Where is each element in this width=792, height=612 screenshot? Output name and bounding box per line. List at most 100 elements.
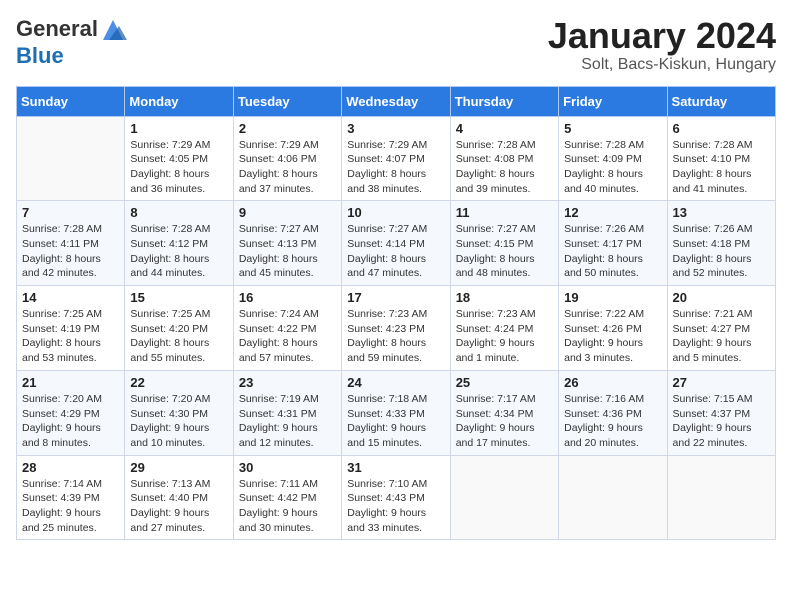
day-number: 6 <box>673 121 770 136</box>
title-area: January 2024 Solt, Bacs-Kiskun, Hungary <box>548 16 776 74</box>
calendar-cell: 16 Sunrise: 7:24 AM Sunset: 4:22 PM Dayli… <box>233 286 341 371</box>
calendar-cell: 12 Sunrise: 7:26 AM Sunset: 4:17 PM Dayli… <box>559 201 667 286</box>
calendar-cell: 30 Sunrise: 7:11 AM Sunset: 4:42 PM Dayli… <box>233 455 341 540</box>
calendar-cell: 5 Sunrise: 7:28 AM Sunset: 4:09 PM Daylig… <box>559 116 667 201</box>
day-info: Sunrise: 7:29 AM Sunset: 4:06 PM Dayligh… <box>239 138 336 197</box>
logo-blue: Blue <box>16 43 64 68</box>
calendar-week-2: 7 Sunrise: 7:28 AM Sunset: 4:11 PM Daylig… <box>17 201 776 286</box>
weekday-header-thursday: Thursday <box>450 86 558 116</box>
calendar-cell: 19Sunrise: 7:22 AM Sunset: 4:26 PM Dayli… <box>559 286 667 371</box>
weekday-header-sunday: Sunday <box>17 86 125 116</box>
day-info: Sunrise: 7:23 AM Sunset: 4:24 PM Dayligh… <box>456 307 553 366</box>
calendar-cell: 31Sunrise: 7:10 AM Sunset: 4:43 PM Dayli… <box>342 455 450 540</box>
page-header: General Blue January 2024 Solt, Bacs-Kis… <box>16 16 776 74</box>
weekday-header-tuesday: Tuesday <box>233 86 341 116</box>
calendar-cell: 26Sunrise: 7:16 AM Sunset: 4:36 PM Dayli… <box>559 370 667 455</box>
day-info: Sunrise: 7:28 AM Sunset: 4:11 PM Dayligh… <box>22 222 119 281</box>
day-info: Sunrise: 7:27 AM Sunset: 4:15 PM Dayligh… <box>456 222 553 281</box>
calendar-cell: 11 Sunrise: 7:27 AM Sunset: 4:15 PM Dayli… <box>450 201 558 286</box>
day-number: 9 <box>239 205 336 220</box>
calendar-cell: 28 Sunrise: 7:14 AM Sunset: 4:39 PM Dayli… <box>17 455 125 540</box>
calendar-cell: 15Sunrise: 7:25 AM Sunset: 4:20 PM Dayli… <box>125 286 233 371</box>
calendar-week-1: 1 Sunrise: 7:29 AM Sunset: 4:05 PM Daylig… <box>17 116 776 201</box>
day-info: Sunrise: 7:29 AM Sunset: 4:07 PM Dayligh… <box>347 138 444 197</box>
weekday-header-row: SundayMondayTuesdayWednesdayThursdayFrid… <box>17 86 776 116</box>
weekday-header-monday: Monday <box>125 86 233 116</box>
day-number: 14 <box>22 290 119 305</box>
day-info: Sunrise: 7:21 AM Sunset: 4:27 PM Dayligh… <box>673 307 770 366</box>
calendar-body: 1 Sunrise: 7:29 AM Sunset: 4:05 PM Daylig… <box>17 116 776 540</box>
calendar-cell: 14 Sunrise: 7:25 AM Sunset: 4:19 PM Dayli… <box>17 286 125 371</box>
calendar-cell <box>17 116 125 201</box>
day-number: 4 <box>456 121 553 136</box>
calendar-cell: 27 Sunrise: 7:15 AM Sunset: 4:37 PM Dayli… <box>667 370 775 455</box>
day-number: 27 <box>673 375 770 390</box>
calendar-cell: 22 Sunrise: 7:20 AM Sunset: 4:30 PM Dayli… <box>125 370 233 455</box>
calendar-week-3: 14 Sunrise: 7:25 AM Sunset: 4:19 PM Dayli… <box>17 286 776 371</box>
day-number: 30 <box>239 460 336 475</box>
day-number: 17 <box>347 290 444 305</box>
calendar-cell: 3 Sunrise: 7:29 AM Sunset: 4:07 PM Daylig… <box>342 116 450 201</box>
day-info: Sunrise: 7:17 AM Sunset: 4:34 PM Dayligh… <box>456 392 553 451</box>
calendar-cell: 7 Sunrise: 7:28 AM Sunset: 4:11 PM Daylig… <box>17 201 125 286</box>
day-info: Sunrise: 7:14 AM Sunset: 4:39 PM Dayligh… <box>22 477 119 536</box>
calendar-cell <box>559 455 667 540</box>
calendar-cell: 25Sunrise: 7:17 AM Sunset: 4:34 PM Dayli… <box>450 370 558 455</box>
day-info: Sunrise: 7:20 AM Sunset: 4:30 PM Dayligh… <box>130 392 227 451</box>
calendar-week-5: 28 Sunrise: 7:14 AM Sunset: 4:39 PM Dayli… <box>17 455 776 540</box>
day-number: 3 <box>347 121 444 136</box>
day-info: Sunrise: 7:10 AM Sunset: 4:43 PM Dayligh… <box>347 477 444 536</box>
day-number: 12 <box>564 205 661 220</box>
day-info: Sunrise: 7:28 AM Sunset: 4:08 PM Dayligh… <box>456 138 553 197</box>
calendar-cell: 24 Sunrise: 7:18 AM Sunset: 4:33 PM Dayli… <box>342 370 450 455</box>
day-number: 16 <box>239 290 336 305</box>
calendar-cell: 10Sunrise: 7:27 AM Sunset: 4:14 PM Dayli… <box>342 201 450 286</box>
day-number: 18 <box>456 290 553 305</box>
calendar-cell: 1 Sunrise: 7:29 AM Sunset: 4:05 PM Daylig… <box>125 116 233 201</box>
logo-general: General <box>16 16 98 41</box>
day-number: 11 <box>456 205 553 220</box>
day-info: Sunrise: 7:28 AM Sunset: 4:09 PM Dayligh… <box>564 138 661 197</box>
day-number: 13 <box>673 205 770 220</box>
calendar-cell: 8Sunrise: 7:28 AM Sunset: 4:12 PM Daylig… <box>125 201 233 286</box>
day-info: Sunrise: 7:18 AM Sunset: 4:33 PM Dayligh… <box>347 392 444 451</box>
day-number: 15 <box>130 290 227 305</box>
day-info: Sunrise: 7:15 AM Sunset: 4:37 PM Dayligh… <box>673 392 770 451</box>
day-number: 22 <box>130 375 227 390</box>
day-number: 24 <box>347 375 444 390</box>
calendar-table: SundayMondayTuesdayWednesdayThursdayFrid… <box>16 86 776 541</box>
calendar-cell <box>450 455 558 540</box>
day-number: 28 <box>22 460 119 475</box>
calendar-cell: 4 Sunrise: 7:28 AM Sunset: 4:08 PM Daylig… <box>450 116 558 201</box>
calendar-cell: 29Sunrise: 7:13 AM Sunset: 4:40 PM Dayli… <box>125 455 233 540</box>
day-number: 1 <box>130 121 227 136</box>
calendar-cell: 20Sunrise: 7:21 AM Sunset: 4:27 PM Dayli… <box>667 286 775 371</box>
calendar-week-4: 21Sunrise: 7:20 AM Sunset: 4:29 PM Dayli… <box>17 370 776 455</box>
day-info: Sunrise: 7:25 AM Sunset: 4:19 PM Dayligh… <box>22 307 119 366</box>
day-info: Sunrise: 7:24 AM Sunset: 4:22 PM Dayligh… <box>239 307 336 366</box>
calendar-cell: 21Sunrise: 7:20 AM Sunset: 4:29 PM Dayli… <box>17 370 125 455</box>
day-number: 26 <box>564 375 661 390</box>
day-number: 8 <box>130 205 227 220</box>
day-info: Sunrise: 7:28 AM Sunset: 4:10 PM Dayligh… <box>673 138 770 197</box>
calendar-cell: 17 Sunrise: 7:23 AM Sunset: 4:23 PM Dayli… <box>342 286 450 371</box>
day-number: 7 <box>22 205 119 220</box>
day-info: Sunrise: 7:26 AM Sunset: 4:18 PM Dayligh… <box>673 222 770 281</box>
weekday-header-friday: Friday <box>559 86 667 116</box>
day-number: 21 <box>22 375 119 390</box>
calendar-cell: 2Sunrise: 7:29 AM Sunset: 4:06 PM Daylig… <box>233 116 341 201</box>
day-info: Sunrise: 7:27 AM Sunset: 4:14 PM Dayligh… <box>347 222 444 281</box>
month-title: January 2024 <box>548 16 776 56</box>
calendar-cell: 9Sunrise: 7:27 AM Sunset: 4:13 PM Daylig… <box>233 201 341 286</box>
day-info: Sunrise: 7:26 AM Sunset: 4:17 PM Dayligh… <box>564 222 661 281</box>
day-info: Sunrise: 7:19 AM Sunset: 4:31 PM Dayligh… <box>239 392 336 451</box>
day-number: 5 <box>564 121 661 136</box>
day-info: Sunrise: 7:11 AM Sunset: 4:42 PM Dayligh… <box>239 477 336 536</box>
day-info: Sunrise: 7:23 AM Sunset: 4:23 PM Dayligh… <box>347 307 444 366</box>
day-info: Sunrise: 7:29 AM Sunset: 4:05 PM Dayligh… <box>130 138 227 197</box>
day-number: 29 <box>130 460 227 475</box>
weekday-header-wednesday: Wednesday <box>342 86 450 116</box>
calendar-cell: 13 Sunrise: 7:26 AM Sunset: 4:18 PM Dayli… <box>667 201 775 286</box>
calendar-cell: 6 Sunrise: 7:28 AM Sunset: 4:10 PM Daylig… <box>667 116 775 201</box>
calendar-cell <box>667 455 775 540</box>
